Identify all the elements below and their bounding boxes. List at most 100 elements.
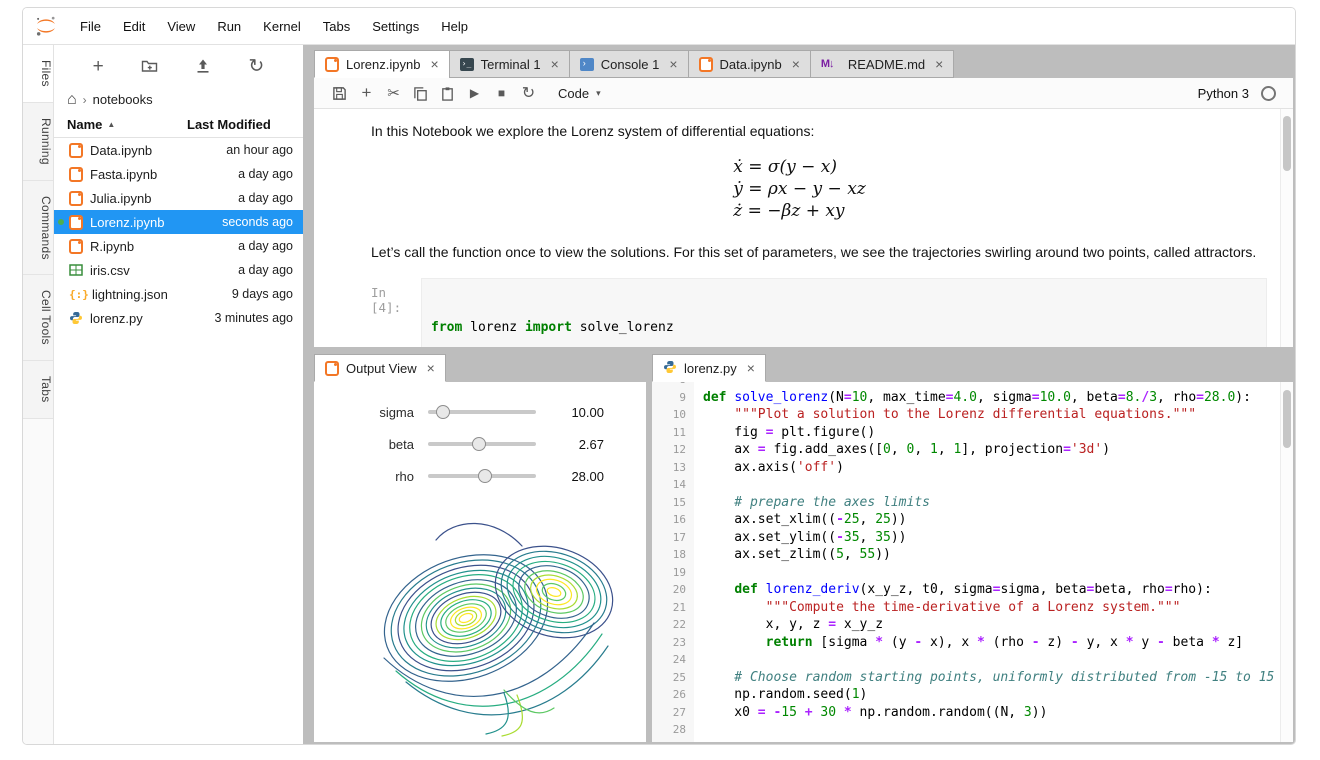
close-icon[interactable]: × bbox=[669, 56, 677, 72]
upload-button[interactable] bbox=[195, 58, 211, 74]
restart-kernel-button[interactable]: ↻ bbox=[515, 83, 542, 103]
code-text: fig = plt.figure() bbox=[703, 424, 876, 440]
notebook-content[interactable]: In this Notebook we explore the Lorenz s… bbox=[314, 109, 1293, 347]
slider-handle[interactable] bbox=[471, 437, 486, 451]
file-name: iris.csv bbox=[90, 262, 130, 278]
python-file-icon bbox=[663, 360, 677, 377]
tab-readme-md[interactable]: README.md × bbox=[809, 50, 955, 78]
editor-scrollbar[interactable] bbox=[1280, 382, 1293, 742]
breadcrumb-folder[interactable]: notebooks bbox=[93, 92, 153, 107]
close-icon[interactable]: × bbox=[427, 360, 435, 376]
slider-handle[interactable] bbox=[436, 405, 451, 419]
home-icon[interactable]: ⌂ bbox=[67, 91, 77, 109]
tab-terminal-1[interactable]: Terminal 1 × bbox=[448, 50, 570, 78]
file-list-header: Name ▲ Last Modified bbox=[54, 112, 303, 138]
app-body: Files Running Commands Cell Tools Tabs +… bbox=[23, 45, 1295, 744]
editor-line: 11 fig = plt.figure() bbox=[652, 424, 1293, 442]
close-icon[interactable]: × bbox=[430, 56, 438, 72]
scrollbar-thumb[interactable] bbox=[1283, 116, 1291, 171]
close-icon[interactable]: × bbox=[747, 360, 755, 376]
file-row[interactable]: Julia.ipynb a day ago bbox=[54, 186, 303, 210]
close-icon[interactable]: × bbox=[551, 56, 559, 72]
code-text: # prepare the axes limits bbox=[703, 494, 930, 510]
file-row[interactable]: Fasta.ipynb a day ago bbox=[54, 162, 303, 186]
menu-run[interactable]: Run bbox=[206, 19, 252, 34]
slider-row: sigma 10.00 bbox=[314, 396, 646, 428]
scrollbar-thumb[interactable] bbox=[1283, 390, 1291, 448]
tab-lorenz-py[interactable]: lorenz.py × bbox=[652, 354, 766, 382]
file-row[interactable]: R.ipynb a day ago bbox=[54, 234, 303, 258]
code-text: # Choose random starting points, uniform… bbox=[703, 669, 1275, 685]
code-text: """Compute the time-derivative of a Lore… bbox=[765, 599, 1181, 615]
sidebar-tab-tabs[interactable]: Tabs bbox=[23, 361, 53, 419]
menu-file[interactable]: File bbox=[69, 19, 112, 34]
slider-handle[interactable] bbox=[478, 469, 493, 483]
save-button[interactable] bbox=[326, 86, 353, 101]
menu-tabs[interactable]: Tabs bbox=[312, 19, 361, 34]
code-editor[interactable]: 8 9def solve_lorenz(N=10, max_time=4.0, … bbox=[652, 382, 1293, 742]
sidebar-tab-files[interactable]: Files bbox=[23, 45, 53, 103]
line-number: 21 bbox=[672, 600, 686, 614]
tab-lorenz-ipynb[interactable]: Lorenz.ipynb × bbox=[314, 50, 450, 78]
output-view-content: sigma 10.00 beta 2.67 rho 28.00 bbox=[314, 382, 646, 742]
menu-kernel[interactable]: Kernel bbox=[252, 19, 312, 34]
notebook-file-icon bbox=[69, 166, 83, 182]
terminal-icon bbox=[459, 58, 474, 71]
rho-slider[interactable] bbox=[428, 468, 536, 484]
cut-cells-button[interactable]: ✂ bbox=[380, 84, 407, 102]
line-number: 17 bbox=[672, 530, 686, 544]
insert-cell-button[interactable]: + bbox=[353, 83, 380, 103]
new-launcher-button[interactable]: + bbox=[93, 57, 104, 76]
stop-button[interactable]: ■ bbox=[488, 86, 515, 100]
equation-line: ẋ = σ(y − x) bbox=[733, 157, 838, 177]
notebook-icon bbox=[325, 56, 339, 72]
file-row[interactable]: Data.ipynb an hour ago bbox=[54, 138, 303, 162]
code-text: ax.set_xlim((-25, 25)) bbox=[703, 512, 907, 527]
beta-slider[interactable] bbox=[428, 436, 536, 452]
code-cell-input[interactable]: from lorenz import solve_lorenz t, x_t =… bbox=[421, 278, 1267, 347]
kernel-name[interactable]: Python 3 bbox=[1198, 86, 1249, 101]
editor-line: 28 bbox=[652, 721, 1293, 739]
refresh-button[interactable]: ↻ bbox=[248, 57, 264, 76]
tab-console-1[interactable]: Console 1 × bbox=[568, 50, 689, 78]
run-button[interactable]: ▶ bbox=[461, 86, 488, 100]
sidebar-tab-running[interactable]: Running bbox=[23, 102, 53, 181]
menu-view[interactable]: View bbox=[156, 19, 206, 34]
file-name: Lorenz.ipynb bbox=[90, 214, 165, 230]
close-icon[interactable]: × bbox=[792, 56, 800, 72]
sidebar-tab-cell-tools[interactable]: Cell Tools bbox=[23, 275, 53, 362]
menu-help[interactable]: Help bbox=[430, 19, 479, 34]
menu-settings[interactable]: Settings bbox=[361, 19, 430, 34]
file-row[interactable]: lorenz.py 3 minutes ago bbox=[54, 306, 303, 330]
paste-cells-button[interactable] bbox=[434, 86, 461, 101]
kernel-status-icon bbox=[1261, 85, 1276, 101]
editor-line: 24 bbox=[652, 651, 1293, 669]
new-folder-button[interactable] bbox=[141, 58, 158, 74]
tab-output-view[interactable]: Output View × bbox=[314, 354, 446, 382]
lorenz-attractor-plot bbox=[354, 508, 646, 742]
horizontal-splitter[interactable] bbox=[314, 347, 1293, 354]
close-icon[interactable]: × bbox=[935, 56, 943, 72]
file-row-selected[interactable]: Lorenz.ipynb seconds ago bbox=[54, 210, 303, 234]
file-name: Data.ipynb bbox=[90, 142, 153, 158]
menu-edit[interactable]: Edit bbox=[112, 19, 156, 34]
notebook-scrollbar[interactable] bbox=[1280, 109, 1293, 347]
file-row[interactable]: iris.csv a day ago bbox=[54, 258, 303, 282]
code-text: ax = fig.add_axes([0, 0, 1, 1], projecti… bbox=[703, 442, 1111, 457]
file-row[interactable]: lightning.json 9 days ago bbox=[54, 282, 303, 306]
file-name: lightning.json bbox=[92, 286, 168, 302]
sigma-slider[interactable] bbox=[428, 404, 536, 420]
cell-type-dropdown[interactable]: Code ▾ bbox=[558, 86, 601, 101]
copy-cells-button[interactable] bbox=[407, 86, 434, 101]
tab-data-ipynb[interactable]: Data.ipynb × bbox=[687, 50, 811, 78]
column-header-name[interactable]: Name ▲ bbox=[54, 117, 187, 132]
tab-label: Lorenz.ipynb bbox=[346, 56, 421, 72]
sidebar-tab-commands[interactable]: Commands bbox=[23, 180, 53, 276]
column-header-modified[interactable]: Last Modified bbox=[187, 117, 303, 132]
line-number: 27 bbox=[672, 705, 686, 719]
code-text: ax.axis('off') bbox=[703, 459, 844, 475]
output-view-tab-bar: Output View × bbox=[314, 354, 646, 382]
code-text: ax.set_ylim((-35, 35)) bbox=[703, 529, 907, 545]
file-browser: + ↻ ⌂ › notebooks Name ▲ Last Modified D… bbox=[54, 45, 303, 744]
